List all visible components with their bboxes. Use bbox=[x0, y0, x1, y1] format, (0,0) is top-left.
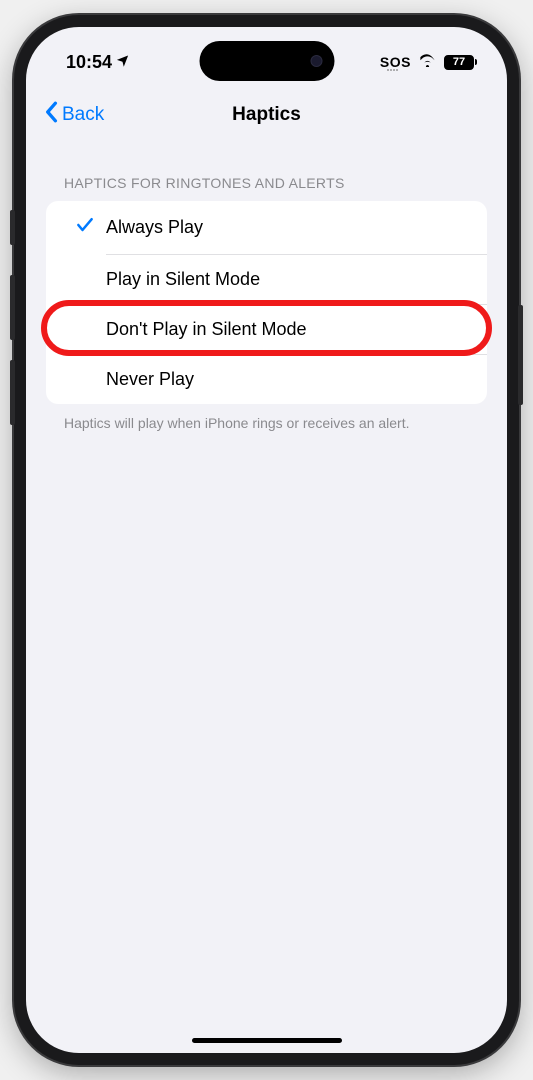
power-button bbox=[518, 305, 523, 405]
side-button bbox=[10, 210, 15, 245]
back-label: Back bbox=[62, 104, 104, 126]
page-title: Haptics bbox=[232, 104, 301, 126]
back-button[interactable]: Back bbox=[44, 101, 104, 129]
option-label: Play in Silent Mode bbox=[106, 269, 260, 290]
phone-frame: 10:54 SOS bbox=[14, 15, 519, 1065]
time-label: 10:54 bbox=[66, 52, 112, 73]
section-footer: Haptics will play when iPhone rings or r… bbox=[46, 404, 487, 444]
option-play-silent[interactable]: Play in Silent Mode bbox=[46, 254, 487, 304]
section-header: HAPTICS FOR RINGTONES AND ALERTS bbox=[46, 165, 487, 201]
status-right: SOS 77 bbox=[380, 52, 477, 72]
battery-icon: 77 bbox=[444, 55, 477, 70]
wifi-icon bbox=[418, 52, 437, 72]
dynamic-island bbox=[199, 41, 334, 81]
status-left: 10:54 bbox=[66, 52, 130, 73]
chevron-left-icon bbox=[44, 101, 58, 129]
home-indicator[interactable] bbox=[192, 1038, 342, 1043]
content: HAPTICS FOR RINGTONES AND ALERTS Always … bbox=[26, 145, 507, 444]
checkmark-icon bbox=[75, 215, 95, 240]
volume-up-button bbox=[10, 275, 15, 340]
battery-level: 77 bbox=[453, 56, 465, 68]
option-dont-play-silent[interactable]: Don't Play in Silent Mode bbox=[46, 304, 487, 354]
option-label: Always Play bbox=[106, 217, 203, 238]
option-always-play[interactable]: Always Play bbox=[46, 201, 487, 254]
option-label: Never Play bbox=[106, 369, 194, 390]
nav-bar: Back Haptics bbox=[26, 87, 507, 145]
option-label: Don't Play in Silent Mode bbox=[106, 319, 307, 340]
screen: 10:54 SOS bbox=[26, 27, 507, 1053]
option-never-play[interactable]: Never Play bbox=[46, 354, 487, 404]
sos-label: SOS bbox=[380, 54, 411, 70]
location-icon bbox=[115, 52, 130, 73]
options-list: Always Play Play in Silent Mode Don't Pl… bbox=[46, 201, 487, 404]
volume-down-button bbox=[10, 360, 15, 425]
camera-dot bbox=[310, 55, 322, 67]
